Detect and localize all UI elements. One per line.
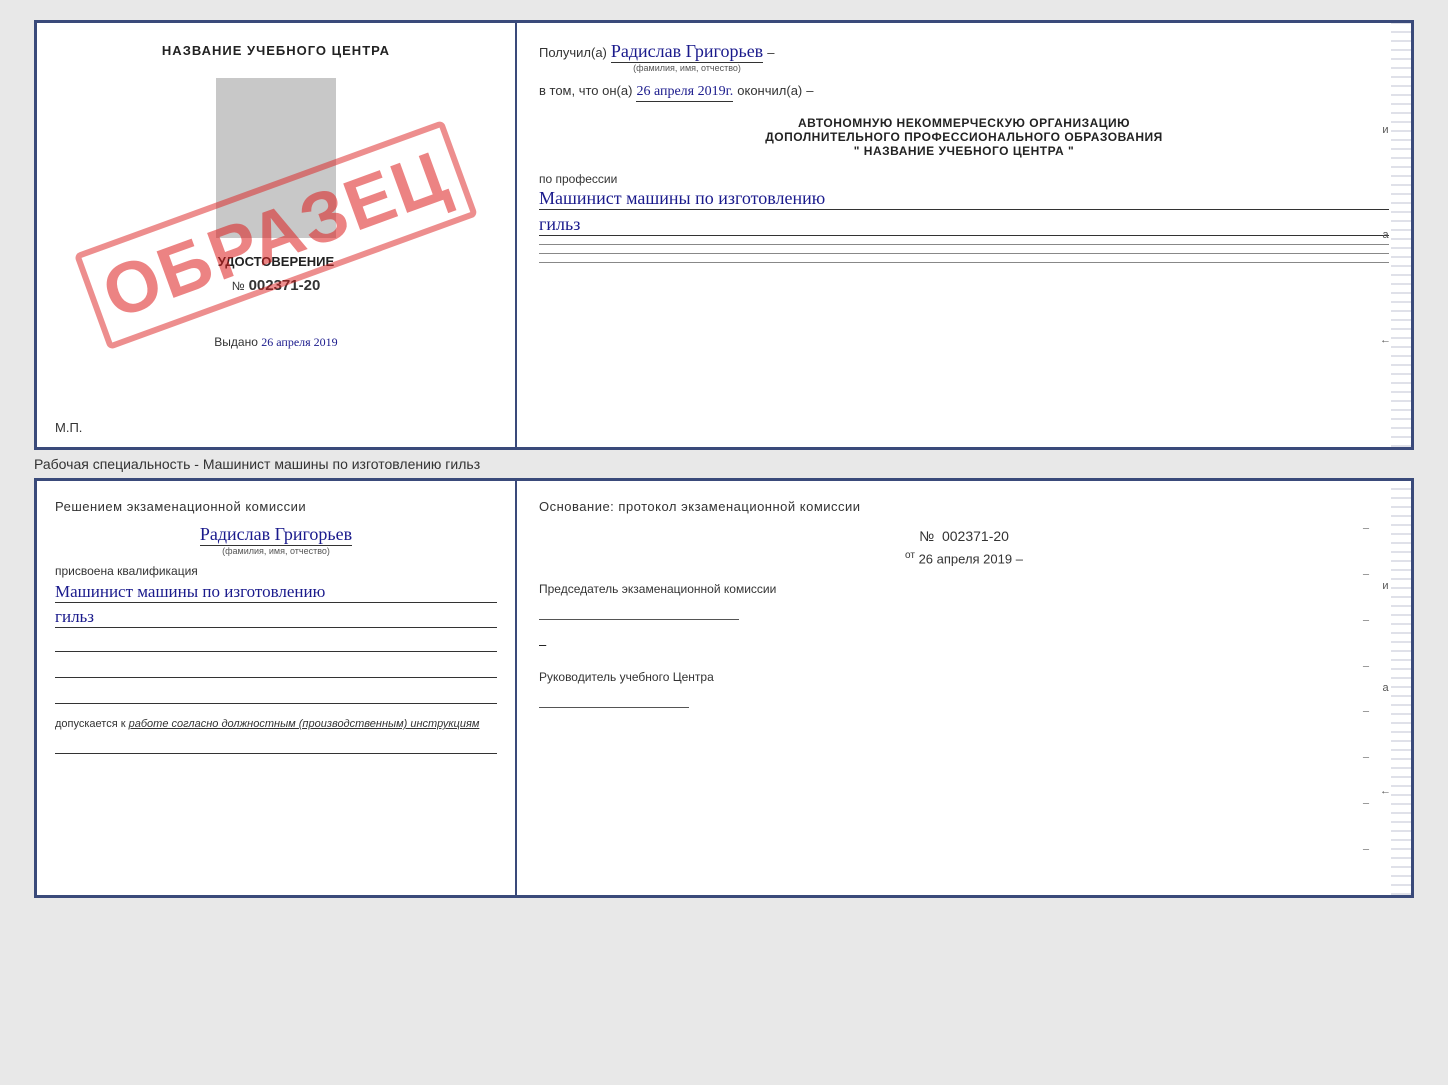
rdash6: – [1363, 749, 1369, 764]
assigned-label: присвоена квалификация [55, 564, 497, 578]
cert-issued: Выдано 26 апреля 2019 [214, 335, 337, 350]
in-that-label: в том, что он(а) [539, 83, 632, 98]
date-value: 26 апреля 2019г. [636, 84, 733, 102]
bottom-side-char-a: а [1380, 682, 1391, 694]
profession-line1: Машинист машины по изготовлению [539, 188, 1389, 210]
bottom-underline-3 [55, 684, 497, 704]
bottom-left-panel: Решением экзаменационной комиссии Радисл… [37, 481, 517, 895]
bottom-name-block: Радислав Григорьев (фамилия, имя, отчест… [55, 524, 497, 556]
head-signature-line [539, 688, 689, 708]
org-line1: АВТОНОМНУЮ НЕКОММЕРЧЕСКУЮ ОРГАНИЗАЦИЮ ДО… [539, 116, 1389, 158]
bottom-document: Решением экзаменационной комиссии Радисл… [34, 478, 1414, 898]
bottom-name-sublabel: (фамилия, имя, отчество) [222, 546, 330, 556]
date-prefix: от [905, 550, 915, 561]
chair-dash: – [539, 637, 546, 652]
received-label: Получил(а) [539, 45, 607, 60]
bottom-side-char-arrow: ← [1380, 785, 1391, 797]
bottom-right-edge-pattern [1391, 481, 1411, 895]
name-sublabel: (фамилия, имя, отчество) [633, 63, 741, 73]
top-right-panel: Получил(а) Радислав Григорьев (фамилия, … [517, 23, 1411, 447]
допускается-prefix: допускается к [55, 718, 126, 730]
bottom-underline-2 [55, 658, 497, 678]
dash-line-3 [539, 262, 1389, 263]
mp-label: М.П. [55, 420, 82, 435]
side-char-и: и [1380, 124, 1391, 136]
number-prefix: № [232, 279, 245, 293]
bottom-right-number: № 002371-20 [539, 528, 1389, 544]
rdash8: – [1363, 841, 1369, 856]
caption-text: Рабочая специальность - Машинист машины … [34, 450, 1414, 478]
dash: – [767, 45, 774, 60]
bottom-profession-line1: Машинист машины по изготовлению [55, 582, 497, 603]
side-char-arrow: ← [1380, 334, 1391, 346]
bottom-number-prefix: № [919, 528, 934, 544]
dash-line-1 [539, 244, 1389, 245]
cert-number-block: № 002371-20 [232, 277, 321, 295]
bottom-underline-4 [55, 734, 497, 754]
bottom-recipient-name: Радислав Григорьев [200, 524, 352, 546]
recipient-name-block: Радислав Григорьев (фамилия, имя, отчест… [611, 41, 763, 73]
top-left-panel: НАЗВАНИЕ УЧЕБНОГО ЦЕНТРА УДОСТОВЕРЕНИЕ №… [37, 23, 517, 447]
profession-label: по профессии [539, 172, 1389, 186]
top-document: НАЗВАНИЕ УЧЕБНОГО ЦЕНТРА УДОСТОВЕРЕНИЕ №… [34, 20, 1414, 450]
bottom-profession-line2: гильз [55, 607, 497, 628]
date-row: в том, что он(а) 26 апреля 2019г. окончи… [539, 83, 1389, 102]
cert-number: 002371-20 [249, 277, 321, 294]
date-value: 26 апреля 2019 [919, 551, 1013, 566]
rdash4: – [1363, 658, 1369, 673]
rdash7: – [1363, 795, 1369, 810]
chair-signature-line [539, 600, 739, 620]
side-char-a: а [1380, 229, 1391, 241]
bottom-side-chars: и а ← [1380, 481, 1391, 895]
bottom-right-dashes: – – – – – – – – [1363, 481, 1369, 895]
chair-label: Председатель экзаменационной комиссии [539, 582, 1389, 596]
date-dash: – [1016, 551, 1023, 566]
bottom-number-value: 002371-20 [942, 528, 1009, 544]
udostoverenie-label: УДОСТОВЕРЕНИЕ [218, 254, 334, 269]
rdash2: – [1363, 566, 1369, 581]
issued-date: 26 апреля 2019 [261, 335, 337, 349]
side-chars: и а ← [1380, 23, 1391, 447]
basis-label: Основание: протокол экзаменационной коми… [539, 499, 1389, 514]
bottom-right-date: от 26 апреля 2019 – [539, 550, 1389, 566]
certificate-image-placeholder [216, 78, 336, 238]
rdash1: – [1363, 520, 1369, 535]
issued-label: Выдано [214, 335, 258, 349]
dash-line-2 [539, 253, 1389, 254]
dash2: – [806, 83, 813, 98]
руководитель-label: Руководитель учебного Центра [539, 670, 1389, 684]
recipient-name: Радислав Григорьев [611, 41, 763, 63]
right-edge-pattern [1391, 23, 1411, 447]
bottom-side-char-и: и [1380, 580, 1391, 592]
decision-label: Решением экзаменационной комиссии [55, 499, 497, 514]
profession-line2: гильз [539, 214, 1389, 236]
finished-label: окончил(а) [737, 83, 802, 98]
bottom-right-panel: Основание: протокол экзаменационной коми… [517, 481, 1411, 895]
rdash3: – [1363, 612, 1369, 627]
bottom-recipient-block: Радислав Григорьев (фамилия, имя, отчест… [55, 524, 497, 556]
top-left-title: НАЗВАНИЕ УЧЕБНОГО ЦЕНТРА [162, 43, 390, 58]
допускается-text: работе согласно должностным (производств… [129, 718, 480, 730]
received-row: Получил(а) Радислав Григорьев (фамилия, … [539, 41, 1389, 73]
допускается-row: допускается к работе согласно должностны… [55, 718, 497, 730]
bottom-underline-1 [55, 632, 497, 652]
rdash5: – [1363, 703, 1369, 718]
